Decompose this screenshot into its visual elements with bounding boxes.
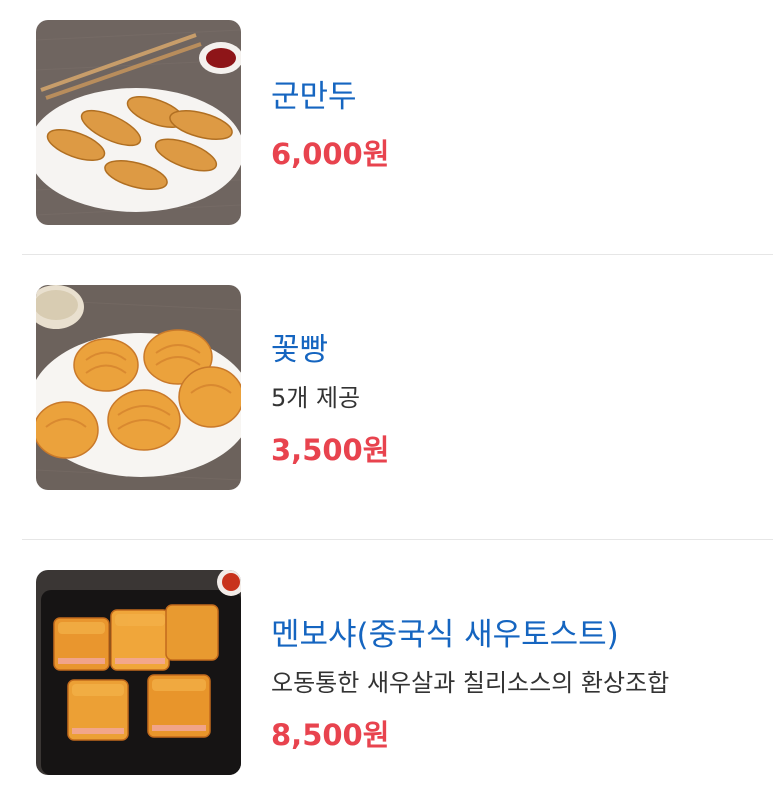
item-price: 6,000원 xyxy=(271,137,390,171)
item-name: 군만두 xyxy=(271,79,357,115)
item-description: 5개 제공 xyxy=(271,384,361,412)
menu-list: 군만두 6,000원 꽃빵 5개 제공 3,500원 멘보샤(중국식 새우토스트… xyxy=(0,0,773,801)
shrimp-toast-photo xyxy=(36,570,241,775)
menu-item-fried-dumplings[interactable]: 군만두 6,000원 xyxy=(0,0,773,255)
item-description: 오동통한 새우살과 칠리소스의 환상조합 xyxy=(271,669,670,697)
flower-bun-photo xyxy=(36,285,241,490)
menu-item-flower-bun[interactable]: 꽃빵 5개 제공 3,500원 xyxy=(0,256,773,540)
item-price: 3,500원 xyxy=(271,433,390,467)
item-price: 8,500원 xyxy=(271,718,390,752)
item-name: 멘보샤(중국식 새우토스트) xyxy=(271,617,619,653)
divider xyxy=(22,539,773,540)
divider xyxy=(22,254,773,255)
fried-dumplings-photo xyxy=(36,20,241,225)
item-name: 꽃빵 xyxy=(271,332,329,368)
menu-item-shrimp-toast[interactable]: 멘보샤(중국식 새우토스트) 오동통한 새우살과 칠리소스의 환상조합 8,50… xyxy=(0,541,773,801)
